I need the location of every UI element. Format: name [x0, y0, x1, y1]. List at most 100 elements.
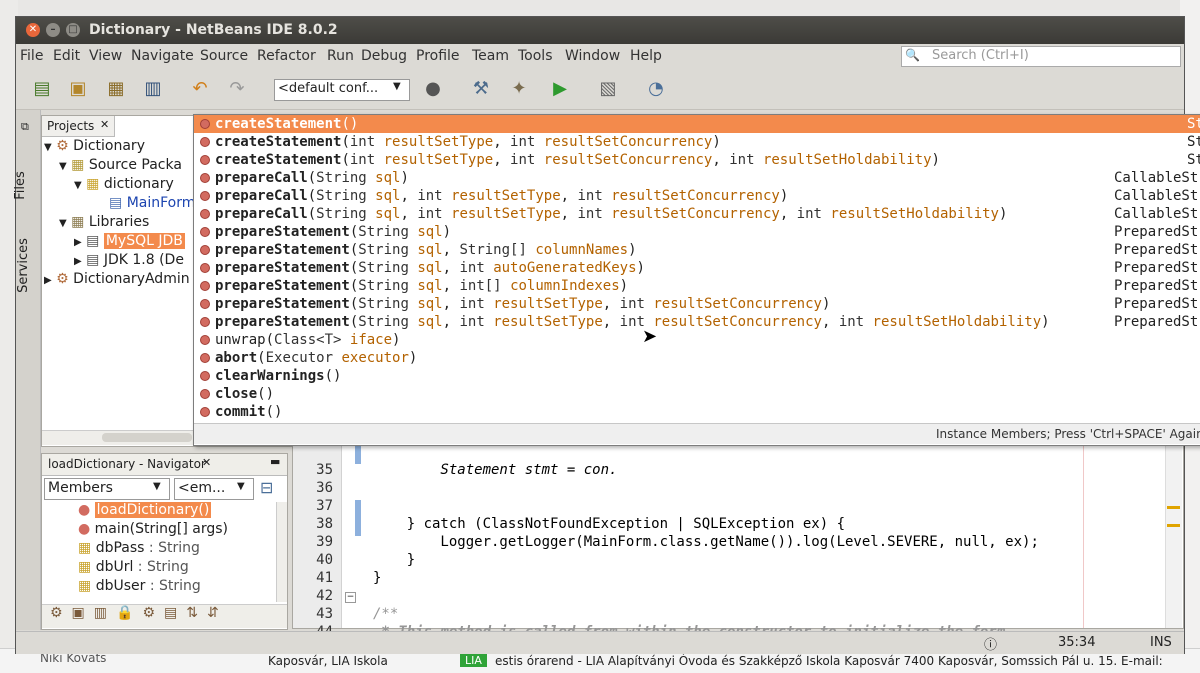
title-bar: ✕ – □ Dictionary - NetBeans IDE 8.0.2 [16, 17, 1184, 44]
nav-item-main[interactable]: ● main(String[] args) [78, 521, 228, 540]
menu-source[interactable]: Source [200, 48, 248, 64]
new-file-icon[interactable]: ▤ [30, 77, 54, 101]
completion-item[interactable]: prepareCall(String sql) CallableSt [194, 169, 1200, 187]
minimize-icon[interactable]: ▬ [270, 455, 280, 468]
completion-signature: abort(Executor executor) [215, 350, 418, 366]
completion-item[interactable]: prepareStatement(String sql, int resultS… [194, 295, 1200, 313]
globe-icon[interactable]: ● [421, 77, 445, 101]
code-editor[interactable]: − 35 36 37 38 39 40 41 42 43 44 Statemen… [292, 437, 1184, 640]
clean-build-icon[interactable]: ✦ [507, 77, 531, 101]
menu-window[interactable]: Window [565, 48, 620, 64]
completion-item[interactable]: createStatement(int resultSetType, int r… [194, 133, 1200, 151]
notification-icon[interactable]: ⓘ [984, 634, 997, 653]
close-icon[interactable]: ✕ [100, 118, 109, 131]
members-filter-select[interactable]: Members ▼ [44, 478, 170, 500]
quick-search-field[interactable]: 🔍 Search (Ctrl+I) [901, 46, 1181, 67]
completion-return-type: PreparedSt [1114, 224, 1199, 240]
close-icon[interactable]: ✕ [202, 456, 211, 469]
completion-item[interactable]: prepareStatement(String sql, int[] colum… [194, 277, 1200, 295]
scrollbar-thumb[interactable] [102, 433, 192, 442]
method-icon [200, 407, 210, 417]
method-icon [200, 155, 210, 165]
nav-item-dbpass[interactable]: ▦ dbPass : String [78, 540, 200, 559]
menu-debug[interactable]: Debug [361, 48, 407, 64]
completion-item[interactable]: prepareStatement(String sql) PreparedSt [194, 223, 1200, 241]
tree-node-jdk[interactable]: ▶ ▤ JDK 1.8 (De [74, 252, 184, 271]
tree-node-dictionaryadmin[interactable]: ▶ ⚙ DictionaryAdmin [44, 271, 190, 290]
menu-file[interactable]: File [20, 48, 43, 64]
tree-node-mainform[interactable]: ▤ MainForm [109, 195, 195, 214]
completion-item[interactable]: createStatement() St [194, 115, 1200, 133]
maximize-window-button[interactable]: □ [66, 23, 80, 37]
line-number: 43 [316, 606, 333, 622]
tab-files[interactable]: Files [13, 160, 38, 210]
completion-item[interactable]: prepareCall(String sql, int resultSetTyp… [194, 205, 1200, 223]
completion-item[interactable]: prepareCall(String sql, int resultSetTyp… [194, 187, 1200, 205]
method-icon [200, 173, 210, 183]
configuration-select[interactable]: <default conf... ▼ [274, 79, 410, 101]
completion-signature: prepareStatement(String sql, String[] co… [215, 242, 637, 258]
tree-node-dictionary[interactable]: ▼ ⚙ Dictionary [44, 138, 145, 157]
search-icon: 🔍 [905, 48, 920, 62]
search-placeholder: Search (Ctrl+I) [932, 48, 1029, 63]
code-line: } [373, 552, 416, 568]
menu-run[interactable]: Run [327, 48, 354, 64]
menu-edit[interactable]: Edit [53, 48, 80, 64]
nav-item-loaddictionary[interactable]: ● loadDictionary() [78, 502, 212, 521]
completion-item[interactable]: clearWarnings() [194, 367, 1200, 385]
minimize-window-button[interactable]: – [46, 23, 60, 37]
profile-project-icon[interactable]: ◔ [644, 77, 668, 101]
fold-icon[interactable]: − [345, 592, 356, 603]
tab-services[interactable]: Services [16, 230, 38, 300]
undo-icon[interactable]: ↶ [188, 77, 212, 101]
navigator-scrollbar[interactable] [276, 502, 287, 602]
completion-item[interactable]: abort(Executor executor) [194, 349, 1200, 367]
tree-node-libraries[interactable]: ▼ ▦ Libraries [59, 214, 149, 233]
menu-view[interactable]: View [89, 48, 122, 64]
menu-navigate[interactable]: Navigate [131, 48, 194, 64]
mouse-pointer-icon: ➤ [642, 326, 658, 347]
element-filter-select[interactable]: <em... ▼ [174, 478, 254, 500]
open-project-icon[interactable]: ▦ [104, 77, 128, 101]
completion-return-type: PreparedSt [1114, 260, 1199, 276]
nav-item-dburl[interactable]: ▦ dbUrl : String [78, 559, 189, 578]
close-window-button[interactable]: ✕ [26, 23, 40, 37]
completion-item[interactable]: close() [194, 385, 1200, 403]
completion-item[interactable]: commit() [194, 403, 1200, 421]
build-hammer-icon[interactable]: ⚒ [469, 77, 493, 101]
line-number: 40 [316, 552, 333, 568]
navigator-filter-buttons[interactable]: ⚙▣▥🔒⚙▤⇅⇵ [42, 604, 287, 628]
completion-item[interactable]: prepareStatement(String sql, int autoGen… [194, 259, 1200, 277]
menu-tools[interactable]: Tools [518, 48, 553, 64]
line-number: 39 [316, 534, 333, 550]
menu-profile[interactable]: Profile [416, 48, 460, 64]
tree-node-package[interactable]: ▼ ▦ dictionary [74, 176, 174, 195]
method-icon [200, 371, 210, 381]
debug-project-icon[interactable]: ▧ [596, 77, 620, 101]
menu-team[interactable]: Team [472, 48, 509, 64]
navigator-options-icon[interactable]: ⊟ [260, 478, 273, 497]
restore-icon[interactable]: ⧉ [21, 120, 29, 134]
nav-item-dbuser[interactable]: ▦ dbUser : String [78, 578, 201, 597]
redo-icon[interactable]: ↷ [225, 77, 249, 101]
completion-item[interactable]: prepareStatement(String sql, String[] co… [194, 241, 1200, 259]
run-project-icon[interactable]: ▶ [548, 77, 572, 101]
new-project-icon[interactable]: ▣ [66, 77, 90, 101]
completion-signature: createStatement() [215, 116, 359, 132]
method-icon [200, 209, 210, 219]
menu-help[interactable]: Help [630, 48, 662, 64]
completion-signature: createStatement(int resultSetType, int r… [215, 152, 940, 168]
code-line: } [373, 570, 382, 586]
save-all-icon[interactable]: ▥ [141, 77, 165, 101]
line-number: 38 [316, 516, 333, 532]
completion-item[interactable]: createStatement(int resultSetType, int r… [194, 151, 1200, 169]
method-icon [200, 335, 210, 345]
change-marker [355, 518, 361, 536]
method-icon [200, 389, 210, 399]
completion-item[interactable]: prepareStatement(String sql, int resultS… [194, 313, 1200, 331]
completion-return-type: CallableSt [1114, 188, 1199, 204]
menu-refactor[interactable]: Refactor [257, 48, 316, 64]
tab-projects[interactable]: Projects ✕ [42, 116, 115, 137]
completion-item[interactable]: unwrap(Class<T> iface) [194, 331, 1200, 349]
tree-node-source-packages[interactable]: ▼ ▦ Source Packa [59, 157, 182, 176]
